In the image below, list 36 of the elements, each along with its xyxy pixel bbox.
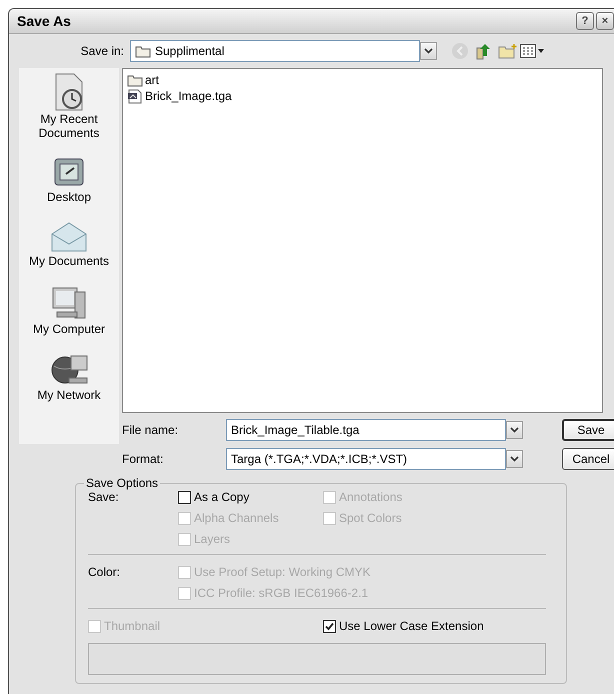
title-bar-button[interactable]: ? [576, 12, 594, 30]
chevron-down-icon [510, 427, 519, 433]
folder-icon [127, 74, 143, 86]
cancel-button[interactable]: Cancel [562, 448, 614, 470]
folder-icon [135, 44, 151, 58]
place-item[interactable]: My Network [19, 352, 119, 402]
group-title: Save Options [85, 476, 160, 490]
field-label: File name: [122, 423, 180, 437]
window-title: Save As [17, 13, 71, 29]
chevron-down-icon [424, 48, 433, 54]
section-label: Color: [88, 565, 122, 579]
section-label: Save: [88, 490, 120, 504]
dropdown-button[interactable] [506, 421, 523, 439]
place-item[interactable]: Desktop [19, 156, 119, 204]
field-label: Format: [122, 452, 164, 466]
checkmark-icon [325, 622, 334, 630]
save-in-dropdown[interactable]: Supplimental [130, 40, 420, 62]
save-button[interactable]: Save [562, 419, 614, 441]
dropdown-button[interactable] [420, 42, 437, 60]
file-item[interactable]: art [127, 72, 160, 88]
checkbox-option[interactable]: Use Lower Case Extension [323, 619, 523, 633]
checkbox-option[interactable]: As a Copy [178, 490, 323, 504]
place-item[interactable]: My Recent Documents [19, 72, 119, 140]
place-item[interactable]: My Computer [19, 284, 119, 336]
views-menu-icon[interactable] [520, 44, 544, 58]
field-label: Save in: [80, 44, 124, 58]
image-file-icon [127, 88, 143, 104]
file-item[interactable]: Brick_Image.tga [127, 88, 232, 104]
dropdown-button[interactable] [506, 450, 523, 468]
format-dropdown[interactable]: Targa (*.TGA;*.VDA;*.ICB;*.VST) [226, 448, 506, 470]
envelope-folder-icon [49, 220, 89, 254]
place-item[interactable]: My Documents [19, 220, 119, 268]
file-name-field[interactable]: Brick_Image_Tilable.tga [226, 419, 506, 441]
title-bar-button[interactable]: × [596, 12, 614, 30]
chevron-down-icon [510, 456, 519, 462]
folder-up-icon[interactable] [475, 42, 493, 60]
